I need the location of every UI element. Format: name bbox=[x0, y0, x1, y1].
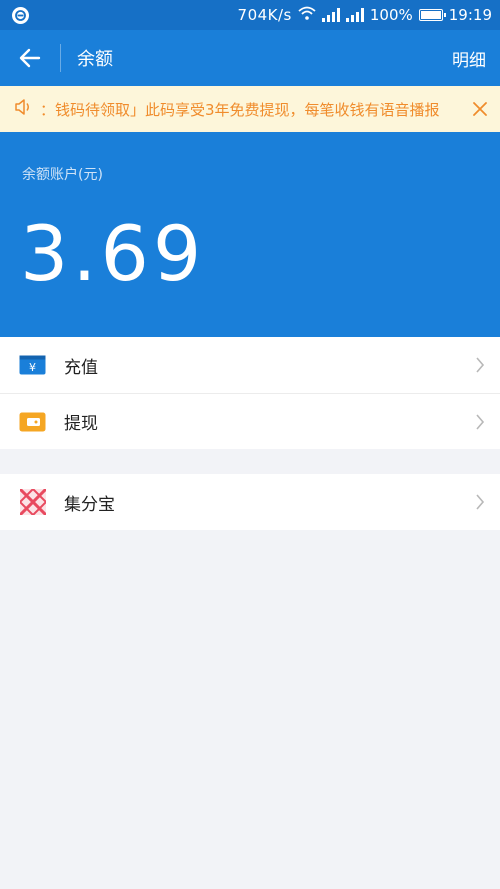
withdraw-item[interactable]: 提现 bbox=[0, 393, 500, 449]
balance-label: 余额账户(元) bbox=[22, 167, 103, 183]
app-bar-divider bbox=[60, 44, 61, 72]
recharge-label: 充值 bbox=[64, 357, 98, 378]
jifenbao-item[interactable]: 集分宝 bbox=[0, 474, 500, 530]
battery-percentage: 100% bbox=[369, 6, 413, 24]
app-notification-icon bbox=[12, 6, 29, 24]
notice-close-button[interactable] bbox=[460, 102, 500, 116]
balance-amount: 3.69 bbox=[20, 209, 206, 298]
points-list: 集分宝 bbox=[0, 474, 500, 530]
recharge-icon: ¥ bbox=[19, 352, 46, 379]
chevron-right-icon bbox=[460, 413, 500, 430]
wifi-icon bbox=[298, 6, 316, 24]
balance-panel: 余额账户(元) 3.69 bbox=[0, 132, 500, 337]
fund-actions-list: ¥ 充值 提现 bbox=[0, 337, 500, 449]
signal-icon bbox=[345, 8, 364, 22]
signal-icon bbox=[321, 8, 340, 22]
jifenbao-icon bbox=[19, 489, 46, 516]
back-arrow-icon bbox=[19, 48, 41, 68]
chevron-right-icon bbox=[460, 357, 500, 373]
network-speed: 704K/s bbox=[237, 6, 292, 24]
withdraw-label: 提现 bbox=[64, 414, 98, 434]
page-title: 余额 bbox=[77, 49, 113, 70]
back-button[interactable] bbox=[0, 30, 60, 86]
status-bar: 704K/s 100% 19:19 bbox=[0, 0, 500, 30]
notice-banner[interactable]: ：钱码待领取」此码享受3年免费提现，每笔收钱有语音播报 bbox=[0, 86, 500, 132]
chevron-right-icon bbox=[460, 494, 500, 510]
battery-icon bbox=[418, 9, 446, 21]
detail-button[interactable]: 明细 bbox=[452, 46, 486, 71]
jifenbao-label: 集分宝 bbox=[64, 494, 115, 515]
clock: 19:19 bbox=[448, 6, 492, 24]
app-bar: 余额 明细 bbox=[0, 30, 500, 86]
recharge-item[interactable]: ¥ 充值 bbox=[0, 337, 500, 393]
close-icon bbox=[473, 102, 487, 116]
speaker-icon bbox=[14, 98, 32, 120]
notice-text: ：钱码待领取」此码享受3年免费提现，每笔收钱有语音播报 bbox=[40, 100, 440, 119]
svg-text:¥: ¥ bbox=[29, 361, 36, 374]
withdraw-wallet-icon bbox=[19, 408, 46, 435]
